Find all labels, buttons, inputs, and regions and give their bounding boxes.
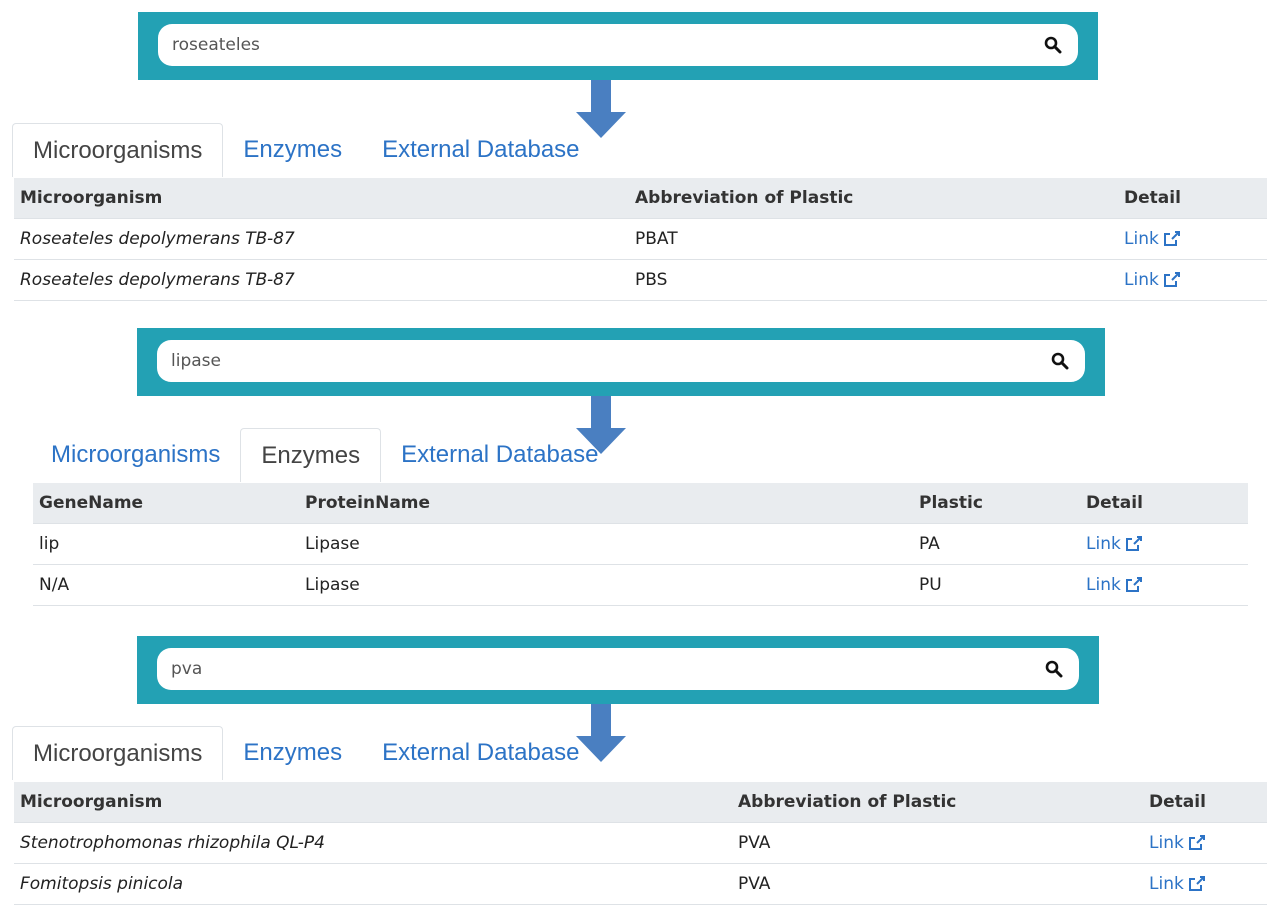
results-table-3: Microorganism Abbreviation of Plastic De…	[14, 782, 1267, 905]
external-link-icon	[1125, 536, 1142, 551]
detail-cell: Link	[1080, 564, 1248, 606]
table-row: N/A Lipase PU Link	[33, 564, 1248, 606]
plastic-cell: PU	[913, 564, 1080, 606]
plastic-cell: PA	[913, 523, 1080, 565]
detail-cell: Link	[1118, 259, 1267, 301]
microorganism-cell: Fomitopsis pinicola	[14, 863, 732, 905]
plastic-cell: PVA	[732, 863, 1143, 905]
tab-enzymes[interactable]: Enzymes	[240, 428, 382, 482]
column-header: Detail	[1080, 483, 1248, 524]
tab-bar-1: Microorganisms Enzymes External Database	[12, 123, 600, 177]
protein-cell: Lipase	[299, 564, 913, 606]
table-row: lip Lipase PA Link	[33, 523, 1248, 565]
detail-link[interactable]: Link	[1086, 575, 1143, 595]
plastic-cell: PVA	[732, 822, 1143, 864]
tab-microorganisms[interactable]: Microorganisms	[12, 726, 224, 780]
detail-link[interactable]: Link	[1149, 874, 1206, 894]
column-header: Plastic	[913, 483, 1080, 524]
gene-cell: N/A	[33, 564, 299, 606]
column-header: ProteinName	[299, 483, 913, 524]
link-label: Link	[1124, 270, 1159, 290]
search-box-3	[157, 648, 1079, 690]
link-label: Link	[1149, 833, 1184, 853]
tab-enzymes[interactable]: Enzymes	[223, 123, 362, 177]
table-row: Stenotrophomonas rhizophila QL-P4 PVA Li…	[14, 822, 1267, 864]
detail-cell: Link	[1080, 523, 1248, 565]
link-label: Link	[1124, 229, 1159, 249]
column-header: Abbreviation of Plastic	[629, 178, 1118, 219]
column-header: GeneName	[33, 483, 299, 524]
external-link-icon	[1125, 577, 1142, 592]
search-icon[interactable]	[1042, 34, 1064, 56]
search-icon[interactable]	[1049, 350, 1071, 372]
table-row: Fomitopsis pinicola PVA Link	[14, 863, 1267, 905]
table-row: Roseateles depolymerans TB-87 PBAT Link	[14, 218, 1267, 260]
detail-cell: Link	[1118, 218, 1267, 260]
tab-external-database[interactable]: External Database	[362, 123, 599, 177]
detail-link[interactable]: Link	[1124, 229, 1181, 249]
search-banner-1	[138, 12, 1098, 80]
column-header: Detail	[1143, 782, 1267, 823]
detail-link[interactable]: Link	[1086, 534, 1143, 554]
detail-cell: Link	[1143, 863, 1267, 905]
search-input-3[interactable]	[171, 659, 1043, 679]
microorganism-cell: Roseateles depolymerans TB-87	[14, 218, 629, 260]
detail-link[interactable]: Link	[1149, 833, 1206, 853]
protein-cell: Lipase	[299, 523, 913, 565]
tab-bar-3: Microorganisms Enzymes External Database	[12, 726, 600, 780]
detail-cell: Link	[1143, 822, 1267, 864]
results-table-1: Microorganism Abbreviation of Plastic De…	[14, 178, 1267, 301]
plastic-cell: PBAT	[629, 218, 1118, 260]
search-banner-2	[137, 328, 1105, 396]
results-table-2: GeneName ProteinName Plastic Detail lip …	[33, 483, 1248, 606]
detail-link[interactable]: Link	[1124, 270, 1181, 290]
microorganism-cell: Stenotrophomonas rhizophila QL-P4	[14, 822, 732, 864]
search-input-2[interactable]	[171, 351, 1049, 371]
column-header: Abbreviation of Plastic	[732, 782, 1143, 823]
external-link-icon	[1188, 835, 1205, 850]
gene-cell: lip	[33, 523, 299, 565]
link-label: Link	[1086, 575, 1121, 595]
table-header-row: Microorganism Abbreviation of Plastic De…	[14, 782, 1267, 823]
link-label: Link	[1149, 874, 1184, 894]
tab-bar-2: Microorganisms Enzymes External Database	[31, 428, 619, 482]
microorganism-cell: Roseateles depolymerans TB-87	[14, 259, 629, 301]
search-input-1[interactable]	[172, 35, 1042, 55]
search-icon[interactable]	[1043, 658, 1065, 680]
tab-enzymes[interactable]: Enzymes	[223, 726, 362, 780]
tab-microorganisms[interactable]: Microorganisms	[12, 123, 224, 177]
table-header-row: GeneName ProteinName Plastic Detail	[33, 483, 1248, 524]
external-link-icon	[1188, 876, 1205, 891]
column-header: Microorganism	[14, 178, 629, 219]
table-row: Roseateles depolymerans TB-87 PBS Link	[14, 259, 1267, 301]
tab-external-database[interactable]: External Database	[362, 726, 599, 780]
column-header: Microorganism	[14, 782, 732, 823]
plastic-cell: PBS	[629, 259, 1118, 301]
tab-microorganisms[interactable]: Microorganisms	[31, 428, 240, 482]
external-link-icon	[1163, 231, 1180, 246]
column-header: Detail	[1118, 178, 1267, 219]
link-label: Link	[1086, 534, 1121, 554]
tab-external-database[interactable]: External Database	[381, 428, 618, 482]
table-header-row: Microorganism Abbreviation of Plastic De…	[14, 178, 1267, 219]
external-link-icon	[1163, 272, 1180, 287]
search-box-1	[158, 24, 1078, 66]
search-banner-3	[137, 636, 1099, 704]
search-box-2	[157, 340, 1085, 382]
